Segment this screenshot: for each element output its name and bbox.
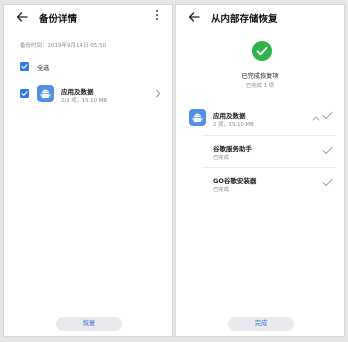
item-status: 已完成: [213, 187, 229, 193]
success-check-icon: [252, 41, 272, 61]
android-icon: [37, 85, 54, 102]
group-subtitle: 2 项，15.10 MB: [213, 122, 254, 128]
check-icon: [322, 178, 333, 187]
status-subtitle: 已完成 1 项: [246, 83, 274, 89]
select-all-checkbox[interactable]: [20, 62, 29, 71]
backup-details-screen: 备份详情 备份时间：2019年9月14日 05:50 全选 应用及数据 2/2 …: [3, 4, 173, 337]
restore-from-internal-storage-screen: 从内部存储恢复 已完成恢复项 已完成 1 项 应用及数据 2 项，15.10 M…: [175, 4, 345, 337]
item-status: 已完成: [213, 155, 229, 161]
backup-time: 备份时间：2019年9月14日 05:50: [20, 43, 107, 49]
status-title: 已完成恢复项: [241, 73, 279, 80]
top-bar: 备份详情: [4, 5, 172, 31]
divider: [202, 135, 336, 136]
chevron-up-icon[interactable]: [312, 115, 320, 121]
more-vertical-icon[interactable]: [154, 8, 160, 24]
check-icon: [322, 146, 333, 155]
chevron-right-icon[interactable]: [155, 89, 161, 98]
page-title: 备份详情: [39, 14, 78, 25]
select-all-label: 全选: [37, 65, 50, 72]
divider: [202, 167, 336, 168]
checkbox-checked-icon: [21, 64, 28, 69]
screenshot-root: 备份详情 备份时间：2019年9月14日 05:50 全选 应用及数据 2/2 …: [0, 0, 348, 342]
check-icon: [322, 111, 333, 120]
android-icon: [189, 109, 206, 126]
done-button[interactable]: 完成: [228, 317, 294, 331]
back-arrow-icon[interactable]: [14, 9, 30, 25]
item-title: 谷歌服务助手: [213, 145, 252, 153]
restore-button[interactable]: 恢复: [56, 317, 122, 331]
checkbox-checked-icon: [21, 91, 28, 96]
item-title: GO谷歌安装器: [213, 177, 257, 185]
group-title[interactable]: 应用及数据: [213, 110, 246, 120]
top-bar: 从内部存储恢复: [176, 5, 344, 31]
back-arrow-icon[interactable]: [186, 9, 202, 25]
item-checkbox[interactable]: [20, 89, 29, 98]
item-title[interactable]: 应用及数据: [61, 86, 94, 96]
page-title: 从内部存储恢复: [211, 14, 278, 25]
item-subtitle: 2/2 项，15.10 MB: [61, 98, 107, 104]
